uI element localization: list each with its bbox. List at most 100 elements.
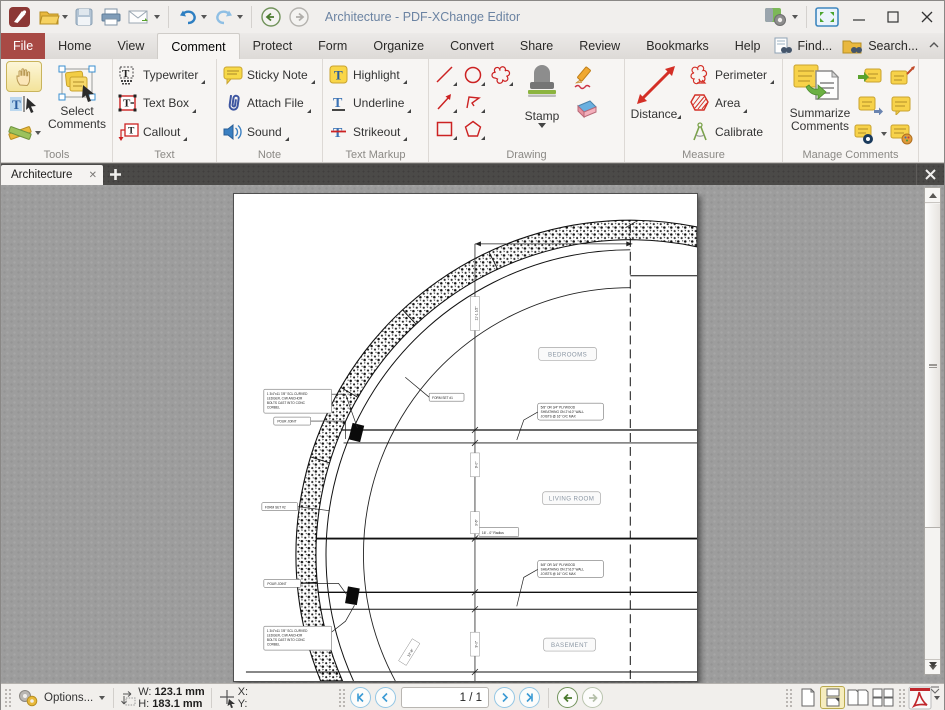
summarize-comments-button[interactable]: Summarize Comments [785,61,855,146]
polyline-tool-button[interactable] [460,89,486,114]
grid-view-button[interactable] [870,686,895,709]
hide-comments-button[interactable] [850,120,890,148]
two-page-view-button[interactable] [845,686,870,709]
tab-file[interactable]: File [1,33,46,59]
view-back-button[interactable] [557,687,578,708]
minimize-button[interactable] [842,4,876,30]
tab-comment[interactable]: Comment [157,33,240,59]
print-button[interactable] [97,4,125,30]
email-button[interactable] [125,4,163,30]
ui-options-button[interactable] [761,4,801,30]
page-size-icon [121,690,136,705]
find-button[interactable]: Find... [773,37,832,55]
select-text-button[interactable]: T [9,92,39,121]
pdf-page[interactable]: 1 3/4"x11 7/8" SCL CURVED LEDGER, C/W AN… [233,193,698,682]
undo-button[interactable] [174,4,210,30]
eraser-tool-button[interactable] [572,98,598,123]
close-document-button[interactable] [916,164,944,185]
separator [168,6,169,28]
open-file-button[interactable] [35,4,71,30]
area-button[interactable]: Area [685,89,777,117]
open-dropdown[interactable] [62,15,68,19]
calibrate-button[interactable]: Calibrate [685,118,777,146]
maximize-button[interactable] [876,4,910,30]
tab-form[interactable]: Form [305,33,360,59]
import-comments-button[interactable] [857,62,884,90]
history-back-button[interactable] [257,4,285,30]
document-canvas[interactable]: 1 3/4"x11 7/8" SCL CURVED LEDGER, C/W AN… [1,185,944,683]
page-number-input[interactable]: 1 / 1 [401,687,489,708]
redo-dropdown[interactable] [237,15,243,19]
continuous-view-button[interactable] [820,686,845,709]
attach-file-dropdown [306,108,311,113]
scroll-up-button[interactable] [925,188,940,203]
redo-button[interactable] [210,4,246,30]
email-dropdown[interactable] [154,15,160,19]
highlight-button[interactable]: T Highlight [325,61,414,89]
oval-tool-button[interactable] [460,62,486,87]
document-tab-close-icon[interactable]: ✕ [89,170,97,181]
measure-tools-dropdown[interactable] [34,131,41,136]
undo-dropdown[interactable] [201,15,207,19]
strikeout-button[interactable]: T Strikeout [325,118,414,146]
attach-file-button[interactable]: Attach File [219,89,318,117]
previous-page-button[interactable] [375,687,396,708]
comment-notes-button[interactable] [889,91,916,119]
next-comment-button[interactable] [857,91,884,119]
search-button[interactable]: Search... [842,37,918,55]
cloud-tool-button[interactable] [488,62,514,87]
distance-button[interactable]: Distance [627,61,685,146]
ui-options-dropdown[interactable] [792,15,798,19]
status-grip [4,687,11,708]
scrollbar-thumb[interactable] [925,204,940,528]
vertical-scrollbar[interactable] [924,187,941,675]
history-forward-button[interactable] [285,4,313,30]
sound-button[interactable]: Sound [219,118,318,146]
scroll-next-view-button[interactable] [929,662,937,681]
pencil-tool-button[interactable] [572,65,598,94]
options-button[interactable]: Options... [14,688,107,708]
hide-comments-dropdown[interactable] [881,131,887,136]
document-tab-architecture[interactable]: Architecture ✕ [1,165,103,185]
tab-convert[interactable]: Convert [437,33,507,59]
arrow-tool-button[interactable] [432,89,458,114]
sticky-note-button[interactable]: Sticky Note [219,61,318,89]
close-button[interactable] [910,4,944,30]
tab-protect[interactable]: Protect [240,33,306,59]
statusbar-collapse-button[interactable] [930,685,940,697]
measure-tools-button[interactable] [7,121,41,146]
tab-share[interactable]: Share [507,33,566,59]
last-page-button[interactable] [519,687,540,708]
group-manage-comments: Summarize Comments Manage Comments [783,59,919,162]
options-dropdown[interactable] [99,695,106,700]
text-box-button[interactable]: T Text Box [115,89,208,117]
typewriter-button[interactable]: T Typewriter [115,61,208,89]
collapse-ribbon-button[interactable] [928,39,940,53]
new-document-tab-button[interactable] [103,164,127,185]
rectangle-tool-button[interactable] [432,116,458,141]
polygon-tool-button[interactable] [460,116,486,141]
stamp-button[interactable]: Stamp [515,61,569,146]
save-button[interactable] [71,4,97,30]
comment-styles-button[interactable] [889,120,916,148]
tab-bookmarks[interactable]: Bookmarks [633,33,722,59]
hand-tool-button[interactable] [5,61,42,92]
tab-review[interactable]: Review [566,33,633,59]
first-page-button[interactable] [350,687,371,708]
fullscreen-button[interactable] [812,4,842,30]
tab-home[interactable]: Home [45,33,104,59]
tab-help[interactable]: Help [722,33,774,59]
underline-button[interactable]: T Underline [325,89,414,117]
single-page-view-button[interactable] [795,686,820,709]
callout-button[interactable]: T Callout [115,118,208,146]
separator [113,687,115,708]
select-comments-button[interactable]: Select Comments [44,61,110,146]
perimeter-button[interactable]: Perimeter [685,61,777,89]
tab-view[interactable]: View [105,33,158,59]
view-forward-button[interactable] [582,687,603,708]
tab-organize[interactable]: Organize [360,33,437,59]
line-tool-button[interactable] [432,62,458,87]
export-comments-button[interactable] [889,62,916,90]
group-note: Sticky Note Attach File Sound Note [217,59,323,162]
next-page-button[interactable] [494,687,515,708]
